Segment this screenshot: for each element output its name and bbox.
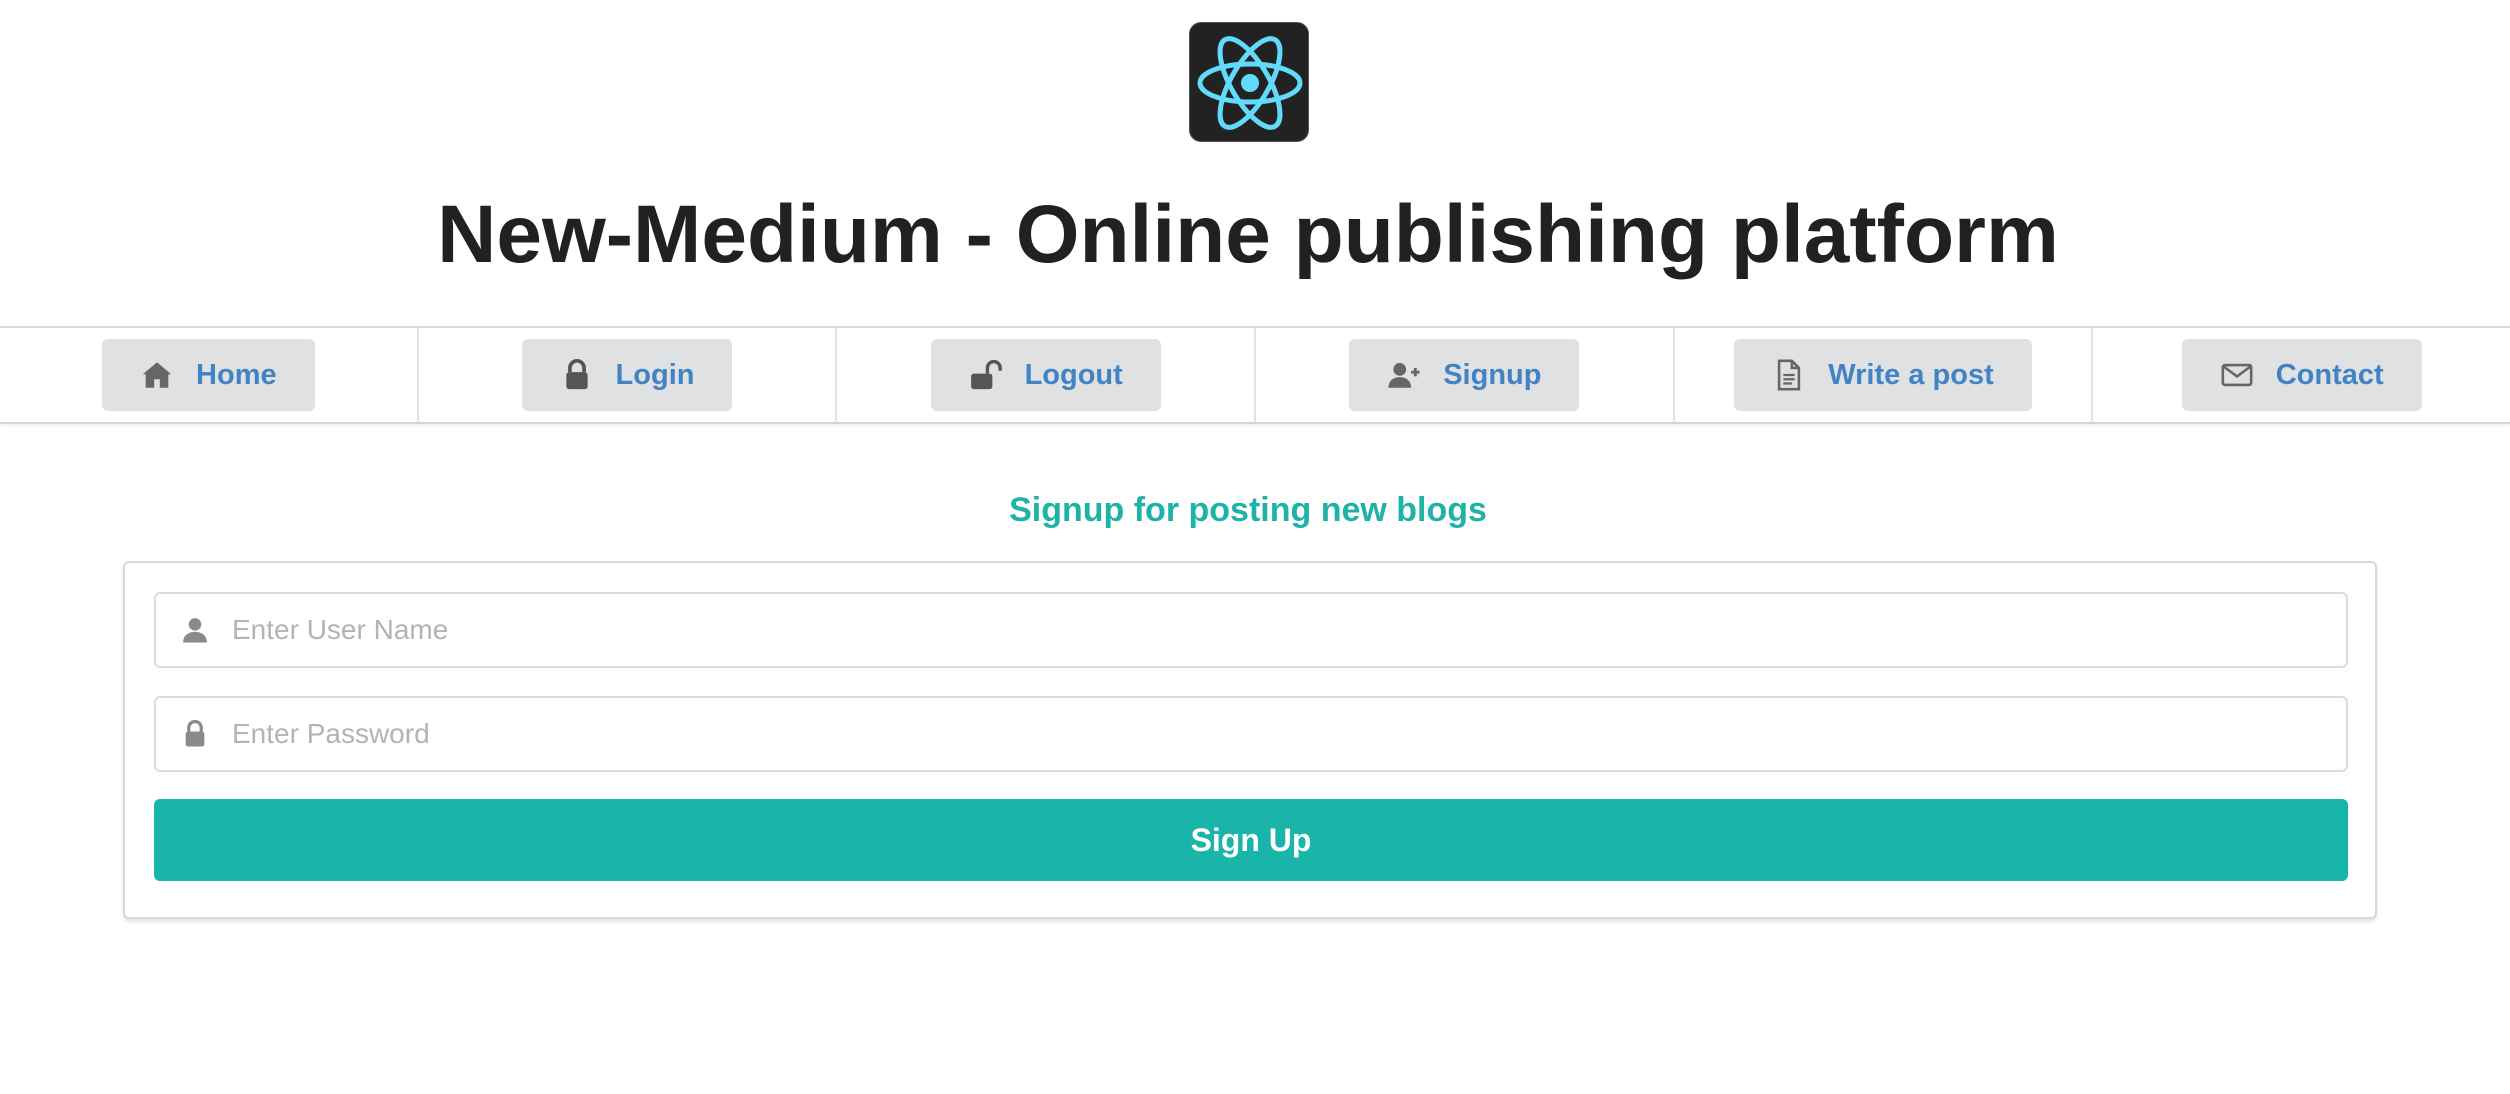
react-atom-icon — [1189, 22, 1309, 142]
sign-up-button[interactable]: Sign Up — [154, 799, 2348, 881]
nav-logout-button[interactable]: Logout — [930, 339, 1161, 411]
nav-cell-contact: Contact — [2093, 328, 2510, 422]
username-input[interactable] — [232, 594, 2346, 666]
nav-cell-logout: Logout — [837, 328, 1257, 422]
user-icon — [178, 613, 212, 647]
nav-logout-label: Logout — [1024, 358, 1123, 391]
home-icon — [140, 358, 174, 392]
lock-icon — [178, 717, 212, 751]
nav-contact-button[interactable]: Contact — [2181, 339, 2422, 411]
nav-write-post-button[interactable]: Write a post — [1734, 339, 2032, 411]
nav-cell-write: Write a post — [1675, 328, 2094, 422]
signup-form-card: Sign Up — [123, 561, 2377, 919]
nav-cell-signup: Signup — [1256, 328, 1675, 422]
form-heading: Signup for posting new blogs — [1009, 491, 1487, 529]
nav-signup-label: Signup — [1443, 358, 1542, 391]
add-user-icon — [1387, 358, 1421, 392]
nav-login-label: Login — [615, 358, 695, 391]
lock-icon — [560, 358, 594, 392]
nav-write-post-label: Write a post — [1828, 358, 1994, 391]
page-header: New-Medium - Online publishing platform — [0, 0, 2510, 326]
password-field — [154, 696, 2348, 772]
nav-signup-button[interactable]: Signup — [1349, 339, 1580, 411]
nav-cell-login: Login — [419, 328, 838, 422]
nav-home-button[interactable]: Home — [102, 339, 315, 411]
page-title: New-Medium - Online publishing platform — [437, 189, 2059, 280]
username-field — [154, 592, 2348, 668]
envelope-icon — [2220, 358, 2254, 392]
main-nav: Home Login Logout Signup Write a post Co… — [0, 326, 2510, 424]
file-text-icon — [1772, 358, 1806, 392]
nav-home-label: Home — [196, 358, 277, 391]
unlock-icon — [969, 358, 1003, 392]
nav-login-button[interactable]: Login — [521, 339, 733, 411]
nav-contact-label: Contact — [2275, 358, 2384, 391]
password-input[interactable] — [232, 698, 2346, 770]
nav-cell-home: Home — [0, 328, 419, 422]
